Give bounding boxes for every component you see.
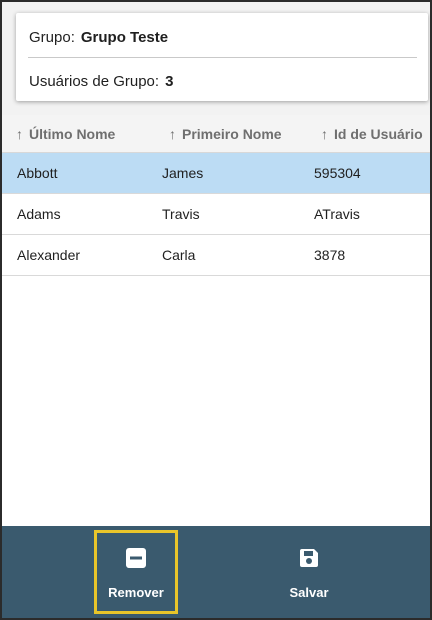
minus-square-icon — [126, 548, 146, 568]
user-id-cell: 595304 — [314, 165, 361, 181]
sort-ascending-icon: ↑ — [169, 126, 176, 142]
last-name-cell: Abbott — [17, 165, 58, 181]
first-name-cell: Carla — [162, 247, 196, 263]
floppy-disk-icon — [300, 549, 318, 567]
users-count-label: Usuários de Grupo: — [29, 73, 160, 90]
remove-button[interactable]: Remover — [94, 530, 178, 614]
group-label: Grupo: — [29, 29, 75, 46]
column-header-label: Último Nome — [29, 126, 116, 142]
users-count-value: 3 — [165, 73, 174, 90]
first-name-cell: James — [162, 165, 204, 181]
user-id-cell: ATravis — [314, 206, 360, 222]
group-row: Grupo: Grupo Teste — [29, 29, 168, 46]
info-divider — [28, 57, 417, 58]
sort-ascending-icon: ↑ — [16, 126, 23, 142]
table-row[interactable]: Adams Travis ATravis — [2, 194, 430, 235]
remove-label: Remover — [108, 585, 164, 600]
table-row[interactable]: Abbott James 595304 — [2, 153, 430, 194]
column-header-last-name[interactable]: ↑ Último Nome — [16, 126, 146, 142]
save-button[interactable]: Salvar — [267, 530, 351, 614]
column-header-first-name[interactable]: ↑ Primeiro Nome — [169, 126, 301, 142]
app-window: Grupo: Grupo Teste Usuários de Grupo: 3 ↑ Ú… — [0, 0, 432, 620]
last-name-cell: Adams — [17, 206, 61, 222]
bottom-toolbar: Remover Salvar — [2, 526, 430, 618]
group-info-card: Grupo: Grupo Teste Usuários de Grupo: 3 — [16, 13, 428, 101]
sort-ascending-icon: ↑ — [321, 126, 328, 142]
group-users-table: ↑ Último Nome ↑ Primeiro Nome ↑ Id de Usuár… — [2, 115, 430, 526]
table-row[interactable]: Alexander Carla 3878 — [2, 235, 430, 276]
group-info-panel: Grupo: Grupo Teste Usuários de Grupo: 3 — [2, 2, 430, 115]
group-name: Grupo Teste — [80, 29, 169, 46]
column-header-label: Primeiro Nome — [182, 126, 282, 142]
last-name-cell: Alexander — [17, 247, 81, 263]
save-label: Salvar — [289, 585, 329, 600]
user-id-cell: 3878 — [314, 247, 346, 263]
column-header-label: Id de Usuário — [334, 126, 423, 142]
first-name-cell: Travis — [162, 206, 200, 222]
column-header-user-id[interactable]: ↑ Id de Usuário — [321, 126, 430, 142]
table-header: ↑ Último Nome ↑ Primeiro Nome ↑ Id de Usuár… — [2, 115, 430, 153]
users-count-row: Usuários de Grupo: 3 — [29, 73, 173, 90]
